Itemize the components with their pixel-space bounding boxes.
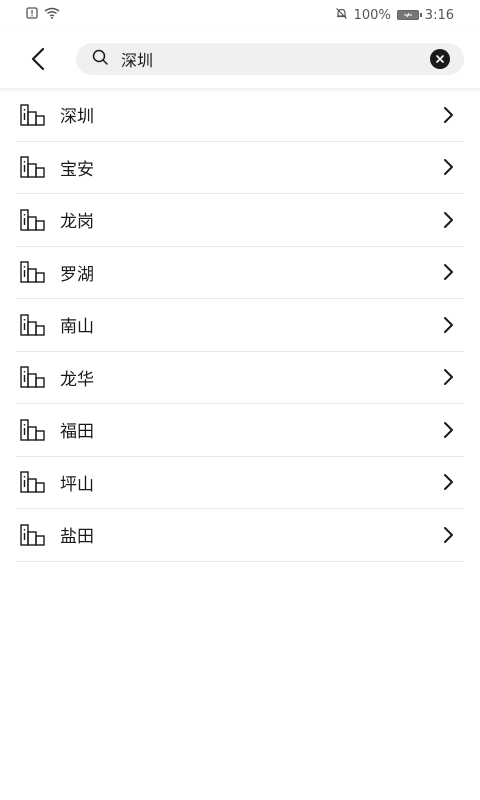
search-icon — [92, 49, 109, 70]
list-item-label: 坪山 — [60, 474, 94, 495]
list-item[interactable]: 深圳 — [16, 89, 464, 142]
wifi-icon — [44, 7, 60, 23]
building-icon — [20, 524, 46, 546]
battery-icon — [396, 10, 422, 20]
building-icon — [20, 471, 46, 493]
list-item-label: 福田 — [60, 422, 94, 443]
clear-button[interactable] — [430, 49, 450, 69]
search-input[interactable] — [121, 49, 430, 69]
mute-bell-icon — [335, 7, 348, 23]
status-right: 100% 3:16 — [335, 7, 454, 23]
battery-percent: 100% — [353, 7, 391, 23]
building-icon — [20, 209, 46, 231]
chevron-right-icon — [438, 157, 458, 177]
back-button[interactable] — [18, 39, 58, 79]
building-icon — [20, 156, 46, 178]
search-box[interactable] — [76, 43, 464, 75]
chevron-right-icon — [438, 105, 458, 125]
list-item-label: 龙岗 — [60, 212, 94, 233]
building-icon — [20, 419, 46, 441]
result-list: 深圳宝安龙岗罗湖南山龙华福田坪山盐田 — [16, 89, 464, 562]
list-item-label: 龙华 — [60, 369, 94, 390]
list-item[interactable]: 坪山 — [16, 457, 464, 509]
list-item[interactable]: 南山 — [16, 299, 464, 352]
status-bar: 100% 3:16 — [0, 0, 480, 30]
status-time: 3:16 — [424, 7, 454, 23]
building-icon — [20, 261, 46, 283]
back-arrow-icon — [31, 47, 45, 71]
chevron-right-icon — [438, 315, 458, 335]
list-item-label: 南山 — [60, 317, 94, 338]
clear-icon — [436, 55, 444, 63]
list-item[interactable]: 宝安 — [16, 142, 464, 194]
list-item[interactable]: 福田 — [16, 404, 464, 457]
chevron-right-icon — [438, 367, 458, 387]
list-item[interactable]: 盐田 — [16, 509, 464, 562]
chevron-right-icon — [438, 210, 458, 230]
list-item-label: 罗湖 — [60, 264, 94, 285]
sim-alert-icon — [26, 7, 38, 23]
list-item[interactable]: 龙岗 — [16, 194, 464, 247]
chevron-right-icon — [438, 262, 458, 282]
list-item[interactable]: 龙华 — [16, 352, 464, 404]
status-left — [26, 7, 60, 23]
chevron-right-icon — [438, 472, 458, 492]
building-icon — [20, 104, 46, 126]
search-header — [0, 30, 480, 88]
building-icon — [20, 314, 46, 336]
chevron-right-icon — [438, 525, 458, 545]
list-item-label: 盐田 — [60, 527, 94, 548]
building-icon — [20, 366, 46, 388]
list-item-label: 宝安 — [60, 159, 94, 180]
list-item-label: 深圳 — [60, 107, 94, 128]
list-item[interactable]: 罗湖 — [16, 247, 464, 299]
chevron-right-icon — [438, 420, 458, 440]
